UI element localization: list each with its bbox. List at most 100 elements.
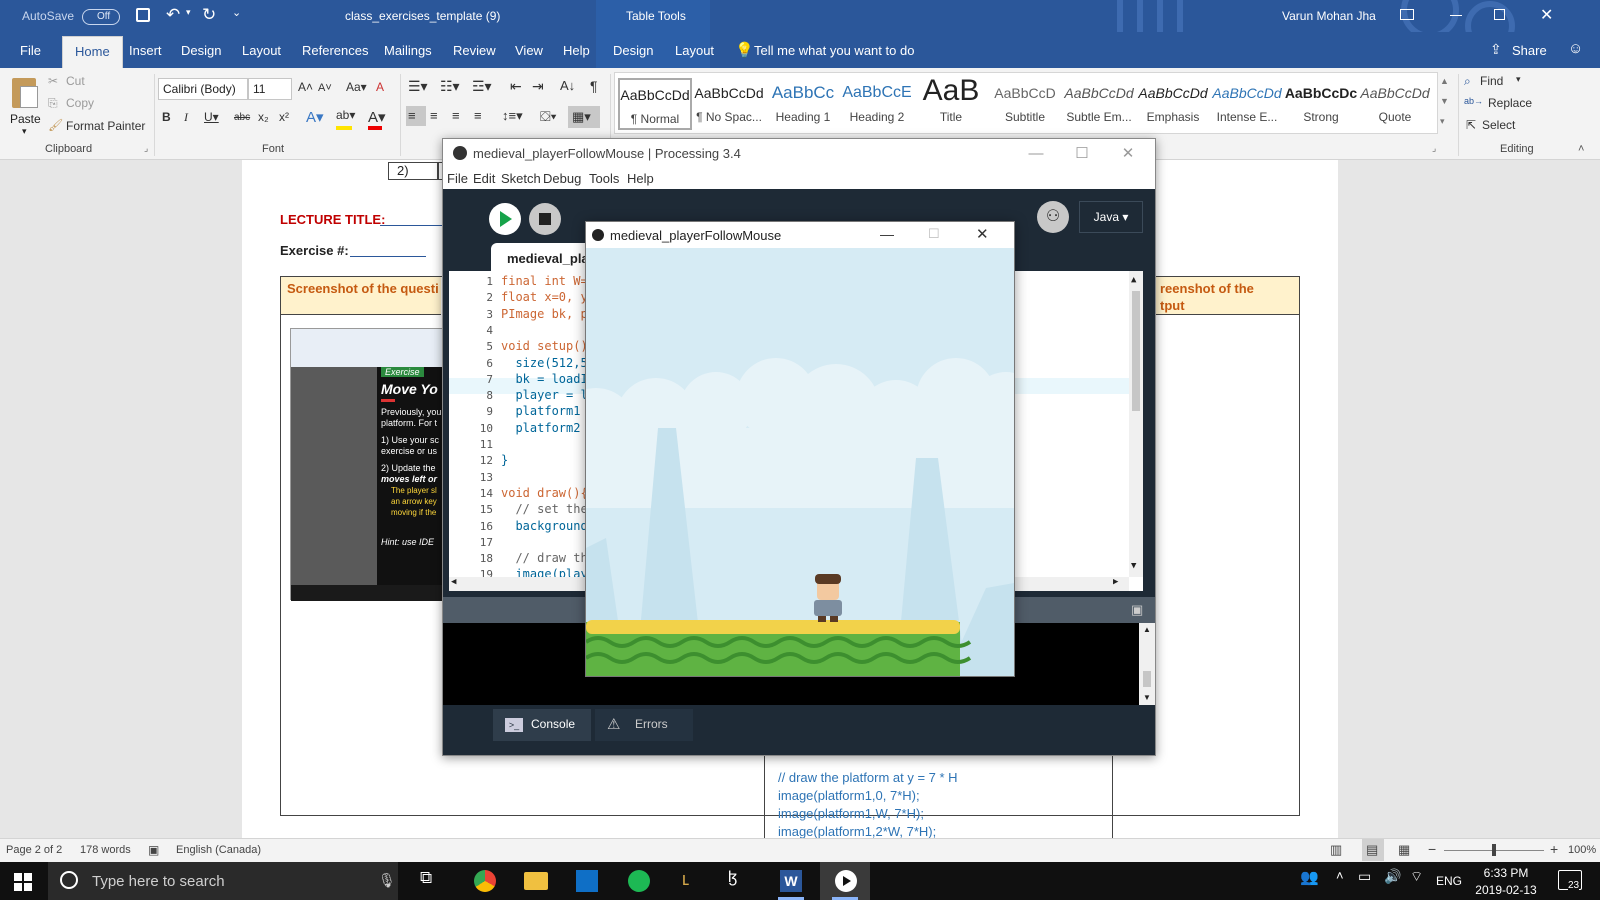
style-quote[interactable]: AaBbCcDd Quote <box>1358 78 1432 130</box>
multilevel-list-icon[interactable]: ☲▾ <box>472 78 492 95</box>
find-dropdown-icon[interactable]: ▾ <box>1516 74 1521 85</box>
sketch-close-icon[interactable]: ✕ <box>976 225 989 243</box>
scroll-left-icon[interactable]: ◀ <box>451 577 456 587</box>
code-line[interactable]: PImage bk, p <box>501 307 588 321</box>
change-case-icon[interactable]: Aa▾ <box>346 80 367 94</box>
text-effects-icon[interactable]: A▾ <box>306 108 324 126</box>
subscript-icon[interactable]: x₂ <box>258 110 269 124</box>
pde-menu-tools[interactable]: Tools <box>589 171 619 186</box>
close-icon[interactable]: ✕ <box>1540 5 1553 25</box>
scroll-up-icon[interactable]: ▲ <box>1131 275 1136 285</box>
console-scroll-thumb[interactable] <box>1143 671 1151 687</box>
scroll-right-icon[interactable]: ▶ <box>1113 577 1118 587</box>
tell-me-search[interactable]: Tell me what you want to do <box>754 43 914 58</box>
console-scroll-up-icon[interactable]: ▲ <box>1143 625 1151 634</box>
page-count[interactable]: Page 2 of 2 <box>6 844 62 856</box>
run-button[interactable] <box>489 203 521 235</box>
style-normal[interactable]: AaBbCcDd ¶ Normal <box>618 78 692 130</box>
input-language[interactable]: ENG <box>1436 874 1462 888</box>
editor-vscroll-thumb[interactable] <box>1132 291 1140 411</box>
web-layout-icon[interactable]: ▦ <box>1398 842 1410 858</box>
save-icon[interactable] <box>136 8 150 22</box>
editor-vscrollbar[interactable]: ▲ ▼ <box>1129 271 1143 577</box>
style-emphasis[interactable]: AaBbCcDd Emphasis <box>1136 78 1210 130</box>
show-marks-icon[interactable]: ¶ <box>590 78 598 94</box>
microphone-icon[interactable]: 🎙 <box>378 872 396 889</box>
code-line[interactable]: void setup() <box>501 339 588 353</box>
tab-review[interactable]: Review <box>453 43 496 58</box>
share-button[interactable]: Share <box>1512 43 1547 58</box>
redo-icon[interactable]: ↻ <box>202 5 216 25</box>
game-canvas[interactable] <box>586 248 1014 676</box>
clock-time[interactable]: 6:33 PM <box>1476 866 1536 880</box>
style-strong[interactable]: AaBbCcDc Strong <box>1284 78 1358 130</box>
volume-icon[interactable]: 🔊 <box>1384 868 1401 894</box>
style-subtle-emphasis[interactable]: AaBbCcDd Subtle Em... <box>1062 78 1136 130</box>
code-line[interactable]: // draw the <box>501 551 594 565</box>
pde-menu-help[interactable]: Help <box>627 171 654 186</box>
tray-chevron-icon[interactable]: ˄ <box>1336 868 1344 894</box>
processing-taskbar-icon[interactable]: ɮ <box>728 869 737 887</box>
style-subtitle[interactable]: AaBbCcD Subtitle <box>988 78 1062 130</box>
copy-button[interactable]: Copy <box>66 96 94 110</box>
collapse-ribbon-icon[interactable]: ˄ <box>1578 143 1584 155</box>
align-center-icon[interactable]: ≡ <box>430 108 438 123</box>
code-line[interactable]: void draw(){ <box>501 486 588 500</box>
code-line[interactable]: } <box>501 453 508 467</box>
style-no-spacing[interactable]: AaBbCcDd ¶ No Spac... <box>692 78 766 130</box>
pde-menu-edit[interactable]: Edit <box>473 171 495 186</box>
pde-minimize-icon[interactable]: — <box>1013 139 1059 169</box>
paste-button[interactable]: Paste ▾ <box>8 74 44 138</box>
tab-table-design[interactable]: Design <box>613 43 653 58</box>
proofing-icon[interactable]: ▣ <box>148 843 159 857</box>
superscript-icon[interactable]: x² <box>279 110 289 124</box>
shading-icon[interactable]: ⛋▾ <box>540 108 557 125</box>
user-name[interactable]: Varun Mohan Jha <box>1282 9 1376 23</box>
tab-table-layout[interactable]: Layout <box>675 43 714 58</box>
store-icon[interactable] <box>576 870 598 892</box>
style-title[interactable]: AaB Title <box>914 78 988 130</box>
tab-help[interactable]: Help <box>563 43 590 58</box>
file-explorer-icon[interactable] <box>524 872 548 890</box>
italic-icon[interactable]: I <box>184 110 188 125</box>
code-line[interactable]: platform2 = <box>501 421 594 435</box>
styles-launcher-icon[interactable]: ⌟ <box>1432 143 1436 154</box>
errors-tab[interactable]: ⚠ Errors <box>595 709 693 741</box>
code-line[interactable]: final int W= <box>501 274 588 288</box>
code-line[interactable]: player = l <box>501 388 587 402</box>
autosave-toggle[interactable]: Off <box>82 8 120 25</box>
debugger-toggle-icon[interactable]: ⚇ <box>1037 201 1069 233</box>
shrink-font-icon[interactable]: A˅ <box>318 82 332 94</box>
read-mode-icon[interactable]: ▥ <box>1330 842 1342 858</box>
styles-more-icon[interactable]: ▾ <box>1440 116 1445 127</box>
restore-icon[interactable] <box>1494 9 1505 20</box>
styles-scroll-up-icon[interactable]: ▲ <box>1440 76 1449 86</box>
word-taskbar-icon[interactable]: W <box>780 870 802 892</box>
people-icon[interactable]: 👥 <box>1300 868 1319 894</box>
decrease-indent-icon[interactable]: ⇤ <box>510 78 522 95</box>
ribbon-display-options-icon[interactable] <box>1400 9 1414 20</box>
select-button[interactable]: Select <box>1482 118 1515 132</box>
console-scroll-down-icon[interactable]: ▼ <box>1143 693 1151 702</box>
tab-design[interactable]: Design <box>181 43 221 58</box>
tab-home[interactable]: Home <box>62 36 123 68</box>
code-line[interactable]: float x=0, y <box>501 290 588 304</box>
sort-icon[interactable]: A↓ <box>560 78 575 93</box>
sketch-taskbar-item[interactable] <box>820 862 870 900</box>
tab-references[interactable]: References <box>302 43 368 58</box>
line-spacing-icon[interactable]: ↕≡▾ <box>502 108 523 124</box>
console-scrollbar[interactable]: ▲ ▼ <box>1139 623 1155 705</box>
tab-file[interactable]: File <box>20 43 41 58</box>
highlight-icon[interactable]: ab▾ <box>336 108 355 122</box>
language-indicator[interactable]: English (Canada) <box>176 844 261 856</box>
increase-indent-icon[interactable]: ⇥ <box>532 78 544 95</box>
undo-icon[interactable]: ↶ <box>166 5 180 25</box>
pde-maximize-icon[interactable]: ☐ <box>1059 139 1105 169</box>
tab-mailings[interactable]: Mailings <box>384 43 432 58</box>
customize-qat-icon[interactable]: ⌄ <box>232 6 241 19</box>
font-size-combo[interactable]: 11 <box>248 78 292 100</box>
wifi-icon[interactable]: ⌔ <box>1410 868 1423 894</box>
code-line[interactable]: size(512,5 <box>501 356 587 370</box>
code-line[interactable]: platform1 = <box>501 404 594 418</box>
zoom-level[interactable]: 100% <box>1568 844 1596 856</box>
